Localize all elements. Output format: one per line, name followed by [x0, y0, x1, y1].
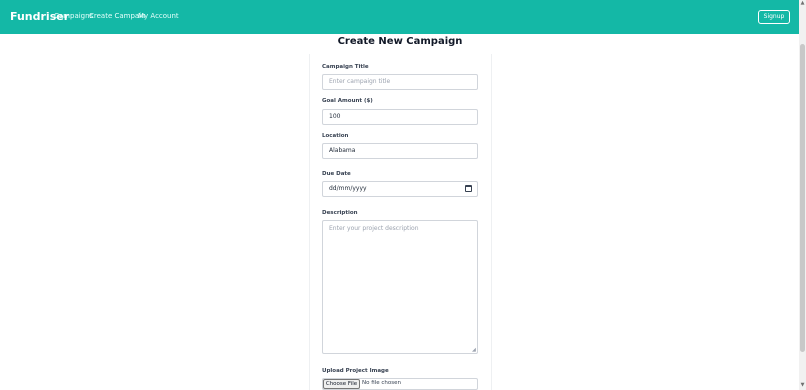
goal-amount-input[interactable]: 100	[322, 109, 478, 125]
file-status-text: No file chosen	[362, 380, 401, 386]
goal-amount-value: 100	[329, 113, 341, 120]
due-date-input[interactable]: dd/mm/yyyy	[322, 181, 478, 197]
goal-amount-label: Goal Amount ($)	[322, 98, 373, 104]
description-textarea[interactable]: Enter your project description	[322, 220, 478, 354]
due-date-label: Due Date	[322, 171, 351, 177]
nav-link-campaigns[interactable]: Campaigns	[54, 12, 93, 20]
campaign-title-input[interactable]: Enter campaign title	[322, 74, 478, 90]
nav-link-my-account[interactable]: My Account	[138, 12, 179, 20]
due-date-placeholder: dd/mm/yyyy	[329, 185, 367, 192]
resize-handle-icon[interactable]: ◢	[472, 348, 477, 353]
choose-file-button[interactable]: Choose File	[323, 379, 360, 389]
campaign-title-placeholder: Enter campaign title	[329, 78, 391, 85]
scrollbar-thumb[interactable]	[800, 44, 805, 352]
location-label: Location	[322, 133, 349, 139]
calendar-icon[interactable]	[465, 185, 472, 192]
description-label: Description	[322, 210, 358, 216]
campaign-title-label: Campaign Title	[322, 64, 369, 70]
top-navbar: Fundriser Campaigns Create Campain My Ac…	[0, 0, 806, 34]
description-placeholder: Enter your project description	[329, 225, 419, 232]
location-value: Alabama	[329, 147, 356, 154]
signup-button[interactable]: Signup	[758, 10, 790, 24]
location-select[interactable]: Alabama	[322, 143, 478, 159]
scroll-up-icon[interactable]: ▲	[800, 1, 805, 6]
scroll-down-icon[interactable]: ▼	[800, 383, 805, 388]
page-title: Create New Campaign	[337, 36, 463, 47]
upload-image-label: Upload Project Image	[322, 368, 389, 374]
